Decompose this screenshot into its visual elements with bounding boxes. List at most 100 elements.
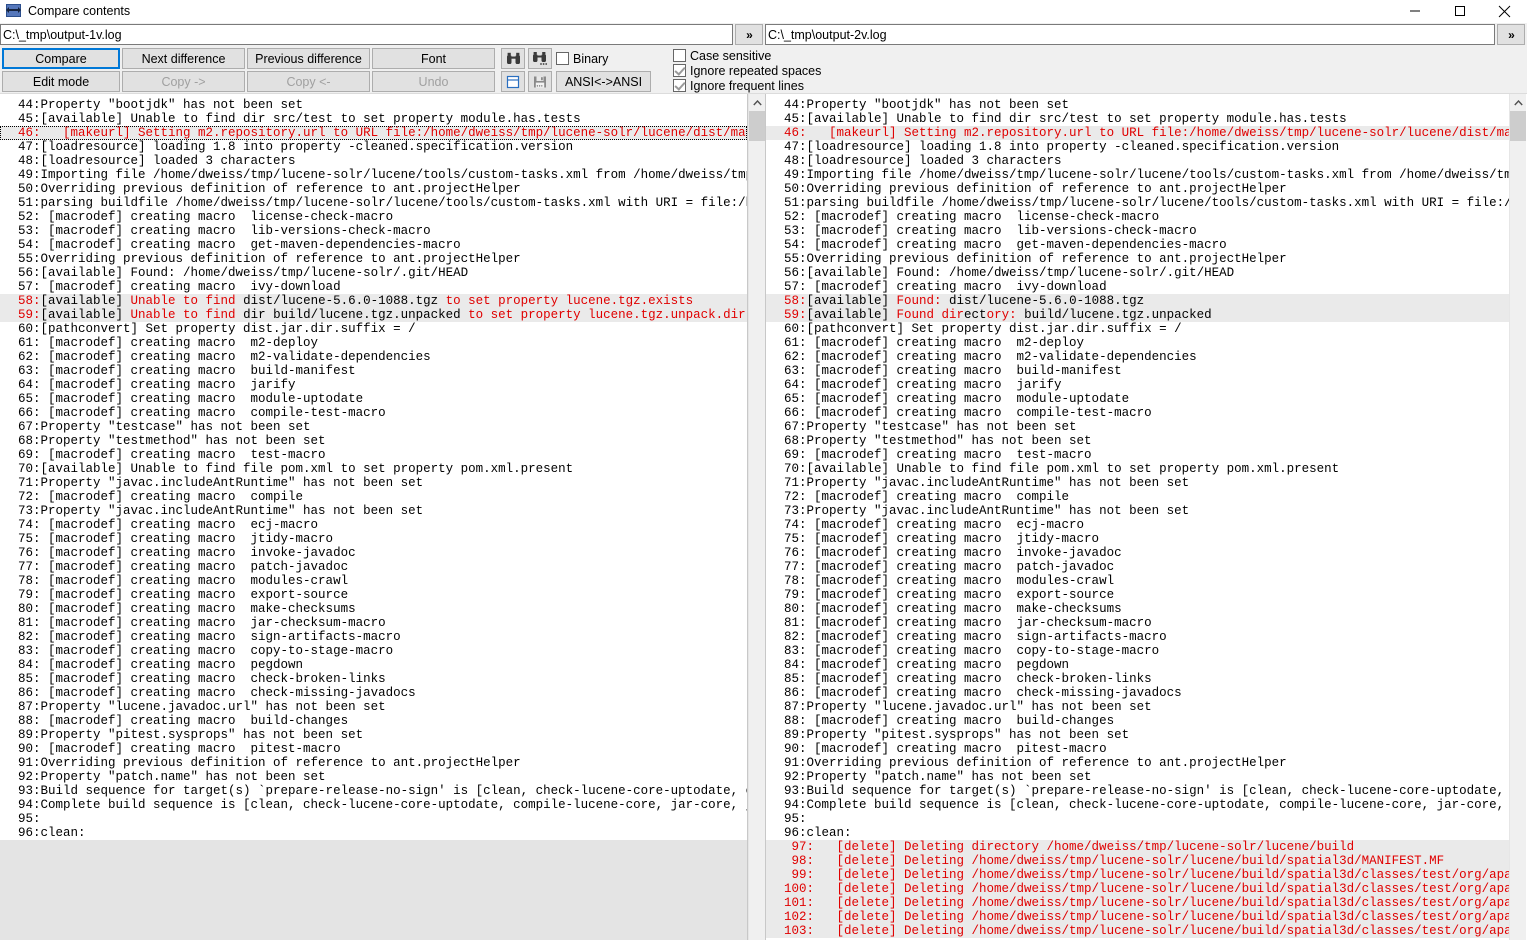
diff-line[interactable]: 83: [macrodef] creating macro copy-to-st… [766, 644, 1509, 658]
right-diff-pane[interactable]: 44:Property "bootjdk" has not been set 45… [765, 94, 1509, 940]
diff-line[interactable]: 85: [macrodef] creating macro check-brok… [766, 672, 1509, 686]
diff-line[interactable]: 66: [macrodef] creating macro compile-te… [766, 406, 1509, 420]
binary-checkbox[interactable] [556, 52, 569, 65]
diff-line[interactable]: 55:Overriding previous definition of ref… [0, 252, 747, 266]
diff-line[interactable]: 68:Property "testmethod" has not been se… [766, 434, 1509, 448]
diff-line[interactable]: 57: [macrodef] creating macro ivy-downlo… [766, 280, 1509, 294]
ignore-repeated-spaces-row[interactable]: Ignore repeated spaces [673, 63, 821, 78]
diff-line[interactable]: 90: [macrodef] creating macro pitest-mac… [0, 742, 747, 756]
save-icon[interactable] [528, 71, 552, 92]
previous-difference-button[interactable]: Previous difference [247, 48, 370, 69]
binoculars-icon[interactable] [501, 48, 525, 69]
diff-line[interactable]: 94:Complete build sequence is [clean, ch… [766, 798, 1509, 812]
diff-line[interactable]: 72: [macrodef] creating macro compile [766, 490, 1509, 504]
diff-line[interactable]: 48:[loadresource] loaded 3 characters [0, 154, 747, 168]
diff-line[interactable]: 60:[pathconvert] Set property dist.jar.d… [0, 322, 747, 336]
diff-line[interactable]: 75: [macrodef] creating macro jtidy-macr… [766, 532, 1509, 546]
diff-line[interactable]: 97: [delete] Deleting directory /home/dw… [766, 840, 1509, 854]
diff-line[interactable]: 80: [macrodef] creating macro make-check… [0, 602, 747, 616]
diff-line[interactable]: 71:Property "javac.includeAntRuntime" ha… [0, 476, 747, 490]
left-scrollbar-track[interactable] [748, 94, 765, 940]
diff-line[interactable]: 45:[available] Unable to find dir src/te… [0, 112, 747, 126]
diff-line[interactable]: 74: [macrodef] creating macro ecj-macro [0, 518, 747, 532]
diff-line[interactable]: 80: [macrodef] creating macro make-check… [766, 602, 1509, 616]
diff-line[interactable]: 76: [macrodef] creating macro invoke-jav… [766, 546, 1509, 560]
close-icon[interactable] [1482, 0, 1527, 22]
diff-line[interactable]: 83: [macrodef] creating macro copy-to-st… [0, 644, 747, 658]
diff-line[interactable]: 50:Overriding previous definition of ref… [766, 182, 1509, 196]
binoculars-next-icon[interactable] [528, 48, 552, 69]
diff-line[interactable]: 66: [macrodef] creating macro compile-te… [0, 406, 747, 420]
left-scrollbar-thumb[interactable] [749, 111, 765, 141]
diff-line[interactable]: 72: [macrodef] creating macro compile [0, 490, 747, 504]
diff-line[interactable]: 88: [macrodef] creating macro build-chan… [0, 714, 747, 728]
diff-line[interactable]: 103: [delete] Deleting /home/dweiss/tmp/… [766, 924, 1509, 938]
diff-line[interactable]: 81: [macrodef] creating macro jar-checks… [0, 616, 747, 630]
diff-line[interactable]: 95: [0, 812, 747, 826]
diff-line[interactable]: 77: [macrodef] creating macro patch-java… [766, 560, 1509, 574]
diff-line[interactable]: 47:[loadresource] loading 1.8 into prope… [0, 140, 747, 154]
diff-line[interactable]: 45:[available] Unable to find dir src/te… [766, 112, 1509, 126]
edit-mode-button[interactable]: Edit mode [2, 71, 120, 92]
maximize-icon[interactable] [1437, 0, 1482, 22]
diff-line[interactable]: 91:Overriding previous definition of ref… [0, 756, 747, 770]
diff-line[interactable]: 73:Property "javac.includeAntRuntime" ha… [0, 504, 747, 518]
diff-line[interactable]: 56:[available] Found: /home/dweiss/tmp/l… [0, 266, 747, 280]
diff-line[interactable]: 49:Importing file /home/dweiss/tmp/lucen… [0, 168, 747, 182]
diff-line[interactable]: 82: [macrodef] creating macro sign-artif… [766, 630, 1509, 644]
diff-line[interactable]: 64: [macrodef] creating macro jarify [766, 378, 1509, 392]
right-scroll-up-arrow[interactable] [1510, 94, 1526, 111]
diff-line[interactable]: 74: [macrodef] creating macro ecj-macro [766, 518, 1509, 532]
ignore-frequent-lines-row[interactable]: Ignore frequent lines [673, 78, 821, 93]
diff-line[interactable]: 84: [macrodef] creating macro pegdown [0, 658, 747, 672]
split-view-icon[interactable] [501, 71, 525, 92]
diff-line[interactable]: 90: [macrodef] creating macro pitest-mac… [766, 742, 1509, 756]
diff-line[interactable]: 89:Property "pitest.sysprops" has not be… [766, 728, 1509, 742]
ignore-repeated-spaces-checkbox[interactable] [673, 64, 686, 77]
left-diff-pane[interactable]: 44:Property "bootjdk" has not been set 45… [0, 94, 748, 940]
font-button[interactable]: Font [372, 48, 495, 69]
diff-line[interactable]: 95: [766, 812, 1509, 826]
diff-line[interactable]: 91:Overriding previous definition of ref… [766, 756, 1509, 770]
ignore-frequent-lines-checkbox[interactable] [673, 79, 686, 92]
right-path-browse-button[interactable]: » [1497, 24, 1525, 45]
right-scrollbar-thumb[interactable] [1510, 111, 1526, 141]
left-scroll-up-arrow[interactable] [749, 94, 765, 111]
diff-line[interactable]: 78: [macrodef] creating macro modules-cr… [766, 574, 1509, 588]
diff-line[interactable]: 46: [makeurl] Setting m2.repository.url … [766, 126, 1509, 140]
case-sensitive-row[interactable]: Case sensitive [673, 48, 821, 63]
diff-line[interactable]: 53: [macrodef] creating macro lib-versio… [0, 224, 747, 238]
diff-line[interactable]: 54: [macrodef] creating macro get-maven-… [766, 238, 1509, 252]
ansi-convert-button[interactable]: ANSI<->ANSI [556, 71, 651, 92]
diff-line[interactable]: 96:clean: [766, 826, 1509, 840]
diff-line[interactable]: 86: [macrodef] creating macro check-miss… [0, 686, 747, 700]
diff-line[interactable]: 100: [delete] Deleting /home/dweiss/tmp/… [766, 882, 1509, 896]
diff-line[interactable]: 54: [macrodef] creating macro get-maven-… [0, 238, 747, 252]
diff-line[interactable]: 92:Property "patch.name" has not been se… [766, 770, 1509, 784]
diff-line[interactable]: 49:Importing file /home/dweiss/tmp/lucen… [766, 168, 1509, 182]
minimize-icon[interactable] [1392, 0, 1437, 22]
diff-line[interactable]: 93:Build sequence for target(s) `prepare… [0, 784, 747, 798]
diff-line[interactable]: 44:Property "bootjdk" has not been set [0, 98, 747, 112]
diff-line[interactable]: 69: [macrodef] creating macro test-macro [766, 448, 1509, 462]
diff-line[interactable]: 78: [macrodef] creating macro modules-cr… [0, 574, 747, 588]
diff-line[interactable]: 99: [delete] Deleting /home/dweiss/tmp/l… [766, 868, 1509, 882]
diff-line[interactable]: 93:Build sequence for target(s) `prepare… [766, 784, 1509, 798]
diff-line[interactable]: 51:parsing buildfile /home/dweiss/tmp/lu… [0, 196, 747, 210]
diff-line[interactable]: 52: [macrodef] creating macro license-ch… [766, 210, 1509, 224]
diff-line[interactable]: 58:[available] Unable to find dist/lucen… [0, 294, 747, 308]
diff-line[interactable]: 65: [macrodef] creating macro module-upt… [766, 392, 1509, 406]
diff-line[interactable]: 94:Complete build sequence is [clean, ch… [0, 798, 747, 812]
right-file-path-input[interactable] [765, 24, 1495, 45]
diff-line[interactable]: 61: [macrodef] creating macro m2-deploy [0, 336, 747, 350]
diff-line[interactable]: 70:[available] Unable to find file pom.x… [0, 462, 747, 476]
left-path-browse-button[interactable]: » [735, 24, 763, 45]
case-sensitive-checkbox[interactable] [673, 49, 686, 62]
diff-line[interactable]: 89:Property "pitest.sysprops" has not be… [0, 728, 747, 742]
left-pane-scrollbar[interactable] [748, 94, 765, 940]
diff-line[interactable]: 55:Overriding previous definition of ref… [766, 252, 1509, 266]
diff-line[interactable]: 76: [macrodef] creating macro invoke-jav… [0, 546, 747, 560]
diff-line[interactable]: 69: [macrodef] creating macro test-macro [0, 448, 747, 462]
diff-line[interactable]: 67:Property "testcase" has not been set [766, 420, 1509, 434]
next-difference-button[interactable]: Next difference [122, 48, 245, 69]
